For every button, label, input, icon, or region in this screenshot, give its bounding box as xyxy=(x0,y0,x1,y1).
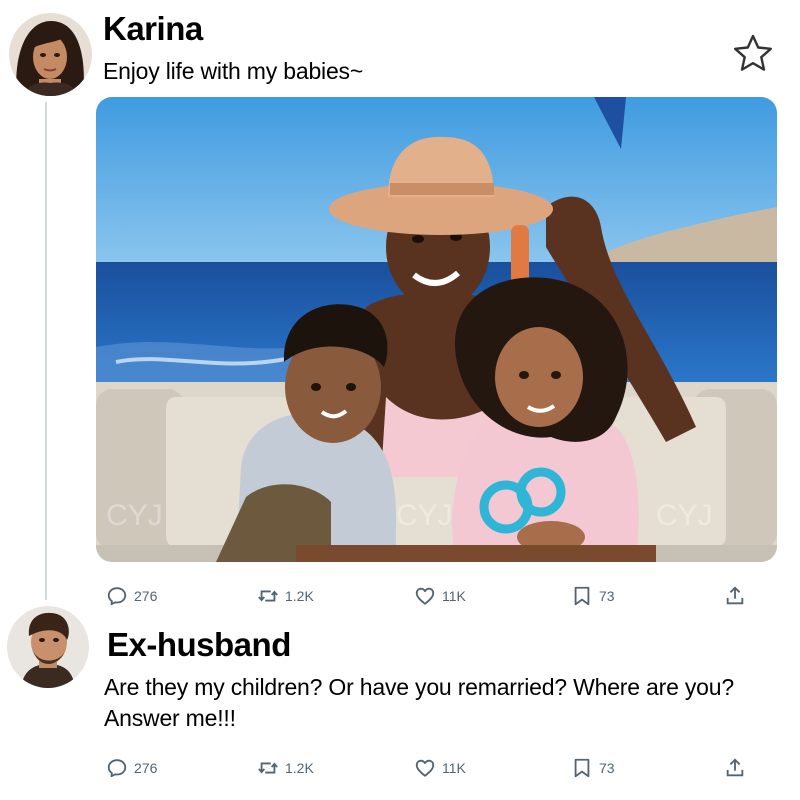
share-icon xyxy=(726,758,744,777)
avatar-woman-icon xyxy=(9,13,92,96)
post-author-name[interactable]: Ex-husband xyxy=(107,626,291,664)
svg-text:CYJ: CYJ xyxy=(396,499,453,532)
ex-husband-avatar[interactable] xyxy=(7,606,89,688)
post-text: Enjoy life with my babies~ xyxy=(103,58,364,84)
karina-avatar[interactable] xyxy=(9,13,92,96)
reply-count: 276 xyxy=(134,760,158,776)
reply-icon xyxy=(107,587,127,606)
action-bar: 276 1.2K 11K 73 xyxy=(0,753,800,783)
like-count: 11K xyxy=(442,760,466,776)
bookmark-button[interactable]: 73 xyxy=(571,753,615,783)
bookmark-icon xyxy=(574,758,590,778)
svg-text:CYJ: CYJ xyxy=(656,499,713,532)
repost-count: 1.2K xyxy=(285,588,314,604)
repost-button[interactable]: 1.2K xyxy=(257,753,314,783)
repost-button[interactable]: 1.2K xyxy=(257,581,314,611)
share-icon xyxy=(726,586,744,605)
share-button[interactable] xyxy=(724,581,746,611)
reply-button[interactable]: 276 xyxy=(106,753,157,783)
repost-icon xyxy=(258,762,278,774)
reply-button[interactable]: 276 xyxy=(106,581,157,611)
reply-icon xyxy=(107,759,127,778)
star-icon[interactable] xyxy=(732,33,774,73)
like-icon xyxy=(415,759,435,777)
post-author-name[interactable]: Karina xyxy=(103,10,203,48)
like-button[interactable]: 11K xyxy=(414,581,466,611)
bookmark-count: 73 xyxy=(599,760,615,776)
action-bar: 276 1.2K 11K 73 xyxy=(0,581,800,611)
avatar-man-icon xyxy=(7,606,89,688)
post-text: Are they my children? Or have you remarr… xyxy=(104,674,734,731)
thread-line xyxy=(45,102,47,600)
like-button[interactable]: 11K xyxy=(414,753,466,783)
repost-count: 1.2K xyxy=(285,760,314,776)
share-button[interactable] xyxy=(724,753,746,783)
like-count: 11K xyxy=(442,588,466,604)
like-icon xyxy=(415,587,435,605)
repost-icon xyxy=(258,590,278,602)
reply-count: 276 xyxy=(134,588,158,604)
bookmark-icon xyxy=(574,586,590,606)
svg-text:CYJ: CYJ xyxy=(106,499,163,532)
post-photo[interactable]: CYJ CYJ CYJ xyxy=(96,97,777,562)
bookmark-button[interactable]: 73 xyxy=(571,581,615,611)
bookmark-count: 73 xyxy=(599,588,615,604)
